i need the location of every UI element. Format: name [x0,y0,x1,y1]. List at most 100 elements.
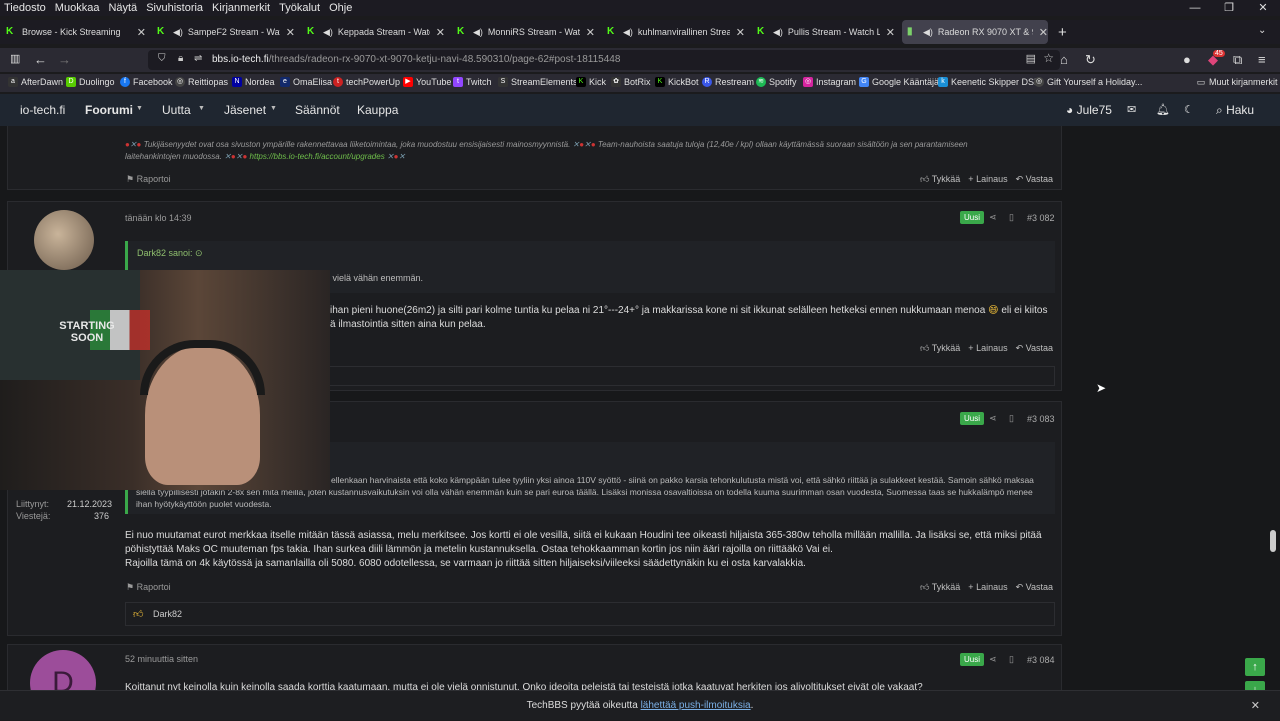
app-menu-icon[interactable]: ≡ [1258,52,1266,67]
bookmark-duolingo[interactable]: D Duolingo [66,77,115,87]
post-timestamp[interactable]: 52 minuuttia sitten [125,654,198,664]
bookmark-botrix[interactable]: ✿ BotRix [611,77,651,87]
bookmark-omaelisa[interactable]: e OmaElisa [280,77,332,87]
speaker-icon[interactable]: ◀) [773,27,783,38]
bookmark-google-kaantaja[interactable]: G Google Kääntäjä [859,77,939,87]
bookmark-icon[interactable]: ▯ [1009,413,1014,424]
share-icon[interactable]: ⋖ [989,212,997,223]
forward-icon[interactable]: → [58,52,71,67]
speaker-icon[interactable]: ◀) [923,27,933,38]
search-button[interactable]: ⌕ Haku [1216,103,1254,118]
signature-link[interactable]: https://bbs.io-tech.fi/account/upgrades [250,152,385,161]
bookmark-gift-yourself[interactable]: ◎ Gift Yourself a Holiday... [1034,77,1142,87]
bookmark-keenetic[interactable]: k Keenetic Skipper DSL [938,77,1039,87]
nav-jasenet[interactable]: Jäsenet [224,103,266,117]
reply-button[interactable]: ↶ Vastaa [1016,582,1053,593]
reply-button[interactable]: ↶ Vastaa [1016,174,1053,185]
bookmark-icon[interactable]: ▯ [1009,654,1014,665]
quote-button[interactable]: + Lainaus [968,174,1007,185]
menu-kirjanmerkit[interactable]: Kirjanmerkit [208,2,275,14]
speaker-icon[interactable]: ◀) [623,27,633,38]
home-icon[interactable]: ⌂ [1060,52,1068,67]
bookmark-youtube[interactable]: ▶ YouTube [403,77,451,87]
like-button[interactable]: 👍︎ Tykkää [920,582,960,593]
reply-button[interactable]: ↶ Vastaa [1016,343,1053,354]
bookmark-streamelements[interactable]: S StreamElements [498,77,578,87]
post-number[interactable]: #3 083 [1027,414,1055,424]
bookmark-afterdawn[interactable]: a AfterDawn [8,77,63,87]
chevron-down-icon[interactable]: ▼ [198,105,205,112]
address-bar[interactable]: ⛉ 🔒︎ ⇌ bbs.io-tech.fi/threads/radeon-rx-… [148,50,1060,70]
menu-muokkaa[interactable]: Muokkaa [51,2,105,14]
minimize-icon[interactable]: — [1178,0,1212,16]
push-notification-link[interactable]: lähettää push-ilmoituksia [641,700,751,711]
like-button[interactable]: 👍︎ Tykkää [920,343,960,354]
shield-icon[interactable]: ⛉ [158,53,166,64]
bookmark-reittiopas[interactable]: ◎ Reittiopas [175,77,228,87]
close-tab-icon[interactable]: ✕ [436,26,445,39]
share-icon[interactable]: ⋖ [989,654,997,665]
scroll-top-button[interactable]: ↑ [1245,658,1265,676]
report-link[interactable]: ⚑ Raportoi [126,174,171,185]
close-tab-icon[interactable]: ✕ [886,26,895,39]
reload-icon[interactable]: ↻ [1085,52,1096,68]
restore-icon[interactable]: ❐ [1212,0,1246,16]
back-icon[interactable]: ← [34,52,47,67]
speaker-icon[interactable]: ◀) [473,27,483,38]
tab-pullis[interactable]: K ◀) Pullis Stream - Watch Live o ✕ [757,20,895,44]
bookmark-icon[interactable]: ▯ [1009,212,1014,223]
extensions-icon[interactable]: ⧉ [1233,52,1242,68]
menu-nayta[interactable]: Näytä [104,2,142,14]
avatar[interactable] [34,210,94,270]
post-number[interactable]: #3 084 [1027,655,1055,665]
close-tab-icon[interactable]: ✕ [1039,26,1048,39]
menu-ohje[interactable]: Ohje [325,2,357,14]
sidebar-toggle-icon[interactable]: ▥ [10,52,20,65]
tab-sampef2[interactable]: K ◀) SampeF2 Stream - Watch Li ✕ [157,20,295,44]
close-tab-icon[interactable]: ✕ [736,26,745,39]
tab-monnirs[interactable]: K ◀) MonniRS Stream - Watch Li ✕ [457,20,595,44]
bookmark-instagram[interactable]: ◎ Instagram [803,77,856,87]
quote-author[interactable]: Dark82 sanoi: ⊙ [137,248,203,259]
close-tab-icon[interactable]: ✕ [586,26,595,39]
user-menu[interactable]: ◕ Jule75 [1066,103,1112,117]
bell-icon[interactable]: 🔔︎ [1156,103,1170,116]
bookmark-restream[interactable]: R Restream [702,77,754,87]
bookmark-spotify[interactable]: ≋ Spotify [756,77,797,87]
bookmark-other-folder[interactable]: ▭ Muut kirjanmerkit [1196,77,1278,87]
tab-keppada[interactable]: K ◀) Keppada Stream - Watch Li ✕ [307,20,445,44]
quote-button[interactable]: + Lainaus [968,343,1007,354]
nav-kauppa[interactable]: Kauppa [357,103,398,117]
menu-sivuhistoria[interactable]: Sivuhistoria [142,2,208,14]
account-icon[interactable]: ● [1183,52,1191,67]
tab-list-icon[interactable]: ⌄ [1258,25,1266,36]
reader-view-icon[interactable]: ▤ [1026,52,1036,65]
bookmark-nordea[interactable]: N Nordea [232,77,275,87]
permissions-icon[interactable]: ⇌ [194,53,202,64]
bookmark-facebook[interactable]: f Facebook [120,77,173,87]
bookmark-kickbot[interactable]: K KickBot [655,77,699,87]
like-button[interactable]: 👍︎ Tykkää [920,174,960,185]
close-tab-icon[interactable]: ✕ [137,26,146,39]
chevron-down-icon[interactable]: ▼ [270,105,277,112]
speaker-icon[interactable]: ◀) [173,27,183,38]
bookmark-star-icon[interactable]: ☆ [1043,51,1054,65]
tab-kuhlmanvirallinen[interactable]: K ◀) kuhlmanvirallinen Stream - ✕ [607,20,745,44]
new-tab-icon[interactable]: + [1058,24,1067,41]
scrollbar-thumb[interactable] [1270,530,1276,552]
chevron-down-icon[interactable]: ▼ [136,105,143,112]
report-link[interactable]: ⚑ Raportoi [126,582,171,593]
tab-browse-kick[interactable]: K Browse - Kick Streaming ✕ [6,20,146,44]
post-timestamp[interactable]: tänään klo 14:39 [125,213,192,223]
site-logo[interactable]: io-tech.fi [20,103,65,117]
post-number[interactable]: #3 082 [1027,213,1055,223]
nav-foorumi[interactable]: Foorumi [85,103,133,117]
nav-uutta[interactable]: Uutta [162,103,191,117]
messages-count[interactable]: 376 [94,511,109,521]
bookmark-techpowerup[interactable]: t techPowerUp [333,77,400,87]
reaction-user[interactable]: Dark82 [153,609,182,619]
speaker-icon[interactable]: ◀) [323,27,333,38]
close-window-icon[interactable]: ✕ [1246,0,1280,16]
inbox-icon[interactable]: ✉ [1127,103,1136,116]
moon-icon[interactable]: ☾ [1184,103,1194,116]
